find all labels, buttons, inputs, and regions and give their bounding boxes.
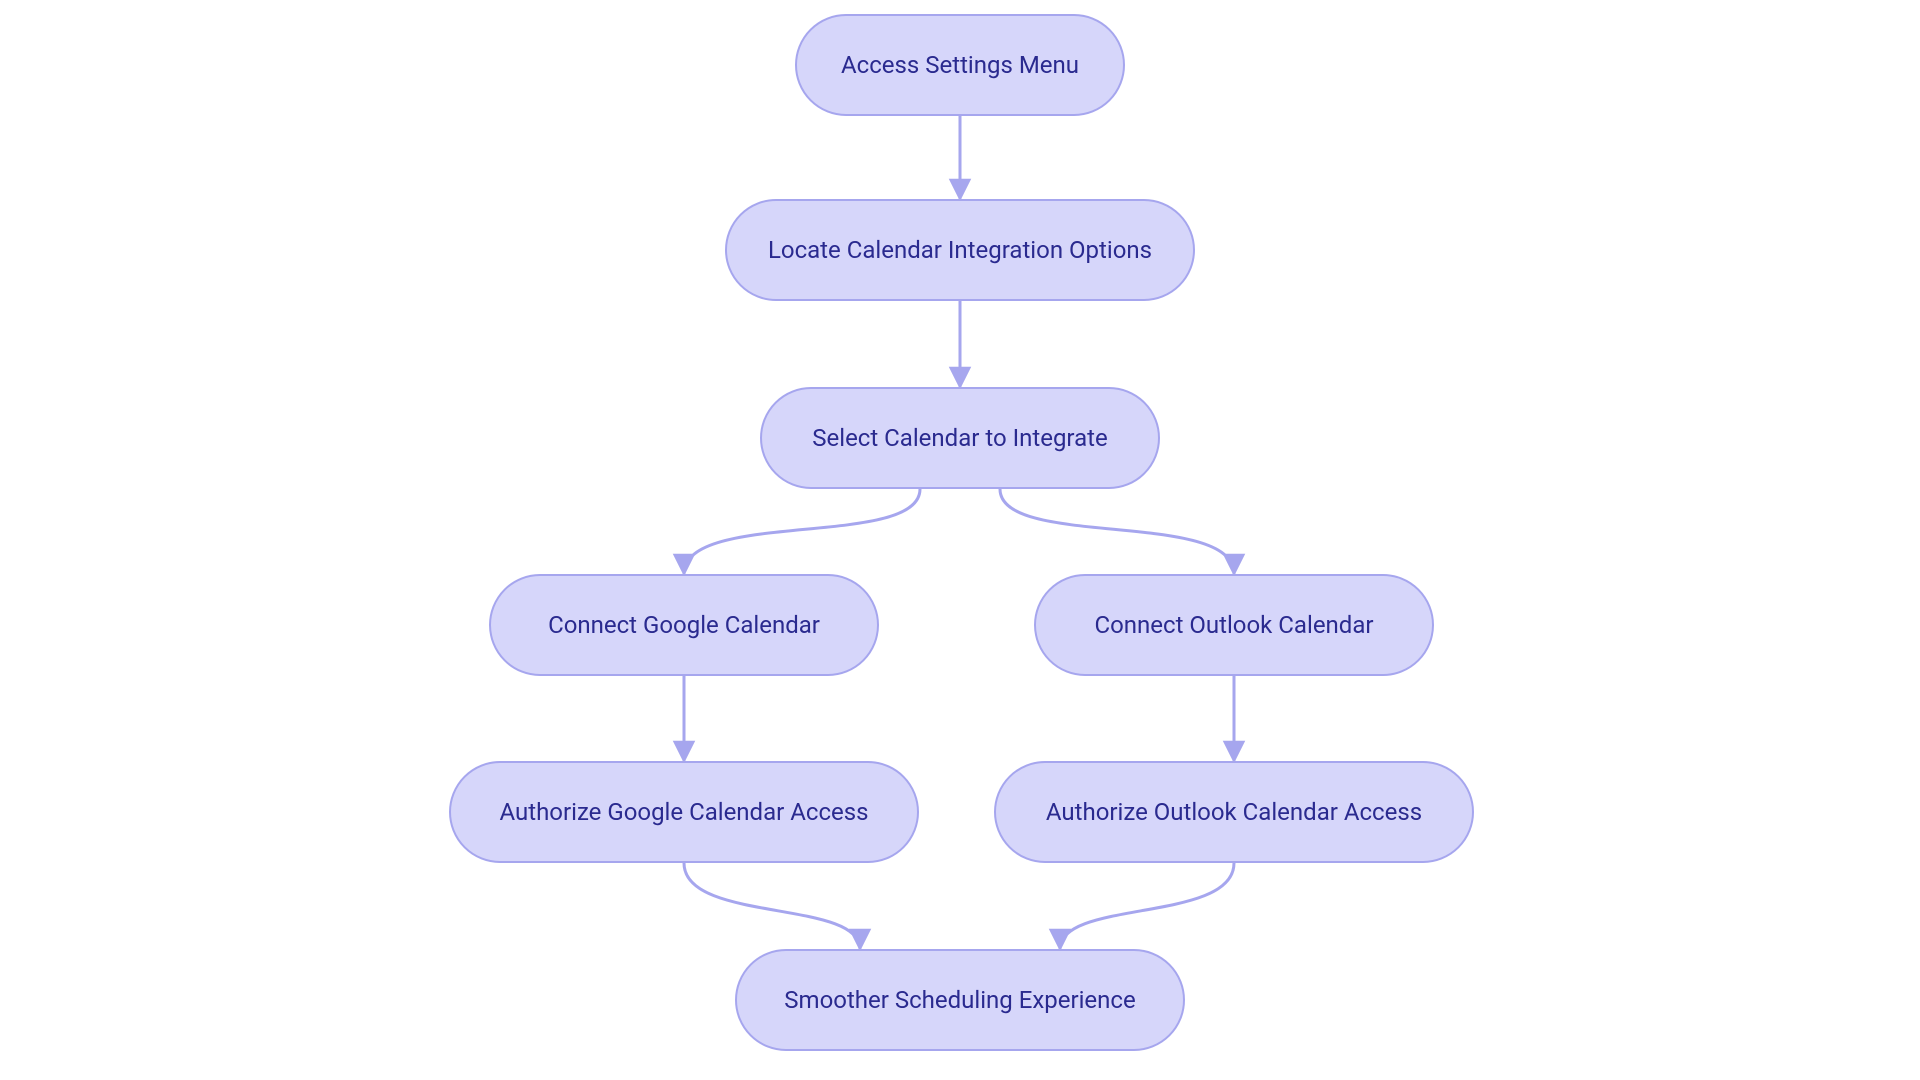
flow-node-n3: Select Calendar to Integrate xyxy=(760,387,1160,489)
flow-node-label: Authorize Outlook Calendar Access xyxy=(1046,798,1422,826)
flow-node-label: Locate Calendar Integration Options xyxy=(768,236,1152,264)
flow-node-n8: Smoother Scheduling Experience xyxy=(735,949,1185,1051)
flow-edge xyxy=(1000,489,1234,574)
flow-node-label: Connect Google Calendar xyxy=(548,611,820,639)
flow-node-n5: Connect Outlook Calendar xyxy=(1034,574,1434,676)
flow-node-n1: Access Settings Menu xyxy=(795,14,1125,116)
flowchart-edges xyxy=(0,0,1920,1080)
flow-node-n2: Locate Calendar Integration Options xyxy=(725,199,1195,301)
flow-edge xyxy=(1060,863,1234,949)
flow-node-n7: Authorize Outlook Calendar Access xyxy=(994,761,1474,863)
flow-node-label: Smoother Scheduling Experience xyxy=(784,986,1135,1014)
flow-node-label: Authorize Google Calendar Access xyxy=(499,798,868,826)
flow-node-label: Select Calendar to Integrate xyxy=(812,424,1107,452)
flow-node-n6: Authorize Google Calendar Access xyxy=(449,761,919,863)
flow-edge xyxy=(684,863,860,949)
flow-node-label: Access Settings Menu xyxy=(841,51,1079,79)
flow-edge xyxy=(684,489,920,574)
flowchart-canvas: Access Settings Menu Locate Calendar Inte… xyxy=(0,0,1920,1080)
flow-node-label: Connect Outlook Calendar xyxy=(1094,611,1373,639)
flow-node-n4: Connect Google Calendar xyxy=(489,574,879,676)
